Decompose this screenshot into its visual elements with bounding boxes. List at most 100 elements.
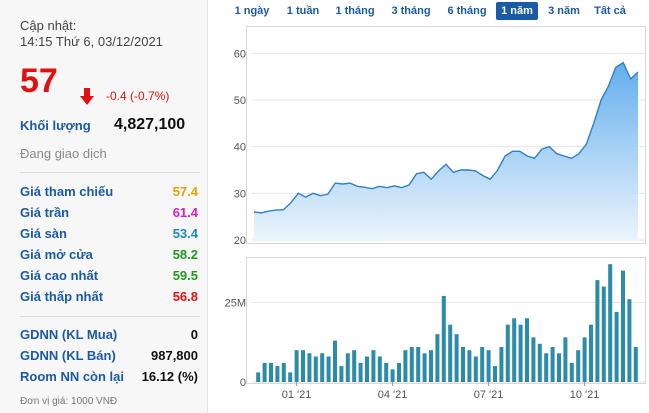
y-tick-label: 40 — [234, 142, 246, 154]
y-tick-label: 60 — [234, 48, 246, 60]
volume-bar — [595, 280, 600, 382]
volume-bar — [505, 324, 510, 382]
stat-label: Giá cao nhất — [20, 268, 99, 283]
volume-bar — [621, 270, 625, 382]
volume-bar — [352, 350, 357, 382]
foreign-row: GDNN (KL Bán) 987,800 — [20, 348, 198, 366]
volume-bar — [531, 337, 536, 382]
price-chart-canvas: 20 30 40 50 60 — [234, 48, 646, 244]
stat-label: Giá trần — [20, 205, 70, 220]
stat-value: 53.4 — [172, 226, 198, 241]
updated-time: 14:15 Thứ 6, 03/12/2021 — [20, 34, 163, 49]
volume-bar — [614, 311, 619, 382]
volume-bar — [633, 347, 638, 382]
volume-bar — [627, 299, 632, 382]
volume-bar — [589, 324, 593, 382]
volume-bar — [601, 286, 606, 382]
volume-bar — [441, 296, 446, 382]
stat-label: Giá thấp nhất — [20, 289, 104, 304]
volume-bar — [422, 353, 427, 382]
volume-bar — [448, 324, 453, 382]
stat-row: Giá tham chiếu 57.4 — [20, 184, 198, 202]
foreign-label: GDNN (KL Bán) — [20, 348, 116, 363]
stat-label: Giá sàn — [20, 226, 67, 241]
volume-bar — [307, 353, 312, 382]
stat-value: 58.2 — [172, 247, 198, 262]
volume-bar — [262, 362, 267, 382]
volume-bar — [275, 366, 280, 382]
tab-1-week[interactable]: 1 tuần — [281, 2, 325, 20]
volume-bar — [377, 356, 382, 382]
volume-bar — [288, 372, 293, 382]
divider — [20, 172, 200, 173]
stat-row: Giá trần 61.4 — [20, 205, 198, 223]
stat-row: Giá mở cửa 58.2 — [20, 247, 198, 265]
volume-bar — [313, 356, 318, 382]
stat-value: 59.5 — [172, 268, 198, 283]
trading-status: Đang giao dịch — [20, 146, 107, 161]
volume-bar — [301, 350, 305, 382]
tab-1-year[interactable]: 1 năm — [496, 2, 538, 20]
stat-row: Giá sàn 53.4 — [20, 226, 198, 244]
volume-bar — [525, 318, 529, 382]
volume-bar — [499, 347, 504, 382]
tab-3-years[interactable]: 3 năm — [544, 2, 584, 20]
x-tick-label: 07 '21 — [474, 389, 504, 401]
x-tick-label: 04 '21 — [378, 389, 408, 401]
foreign-label: Room NN còn lại — [20, 369, 125, 384]
stat-value: 61.4 — [172, 205, 198, 220]
stat-row: Giá cao nhất 59.5 — [20, 268, 198, 286]
volume-bar — [557, 353, 561, 382]
volume-bar — [269, 362, 273, 382]
y-tick-label: 0 — [240, 377, 246, 389]
volume-bar — [281, 362, 286, 382]
volume-bar — [582, 337, 587, 382]
volume-bar — [550, 347, 555, 382]
tab-1-day[interactable]: 1 ngày — [230, 2, 274, 20]
volume-bar — [345, 353, 350, 382]
x-tick-label: 10 '21 — [570, 389, 600, 401]
volume-bar — [608, 264, 613, 382]
volume-bar — [294, 350, 299, 382]
tab-all[interactable]: Tất cả — [590, 2, 630, 20]
volume-bar — [576, 350, 581, 382]
volume-bar — [365, 356, 369, 382]
volume-label: Khối lượng — [20, 118, 91, 133]
range-tabs: 1 ngày 1 tuần 1 tháng 3 tháng 6 tháng 1 … — [226, 0, 646, 22]
updated-label: Cập nhật: — [20, 18, 77, 33]
y-tick-label: 30 — [234, 188, 246, 200]
volume-bar — [467, 350, 472, 382]
volume-bar — [480, 347, 485, 382]
y-tick-label: 25M — [225, 297, 246, 309]
volume-bar — [518, 324, 523, 382]
volume-bar — [333, 340, 337, 382]
stat-label: Giá tham chiếu — [20, 184, 114, 199]
tab-6-months[interactable]: 6 tháng — [442, 2, 492, 20]
volume-bar — [544, 353, 549, 382]
x-tick-label: 01 '21 — [282, 389, 312, 401]
volume-bar — [454, 334, 459, 382]
volume-bar — [537, 343, 542, 382]
quote-panel: Cập nhật: 14:15 Thứ 6, 03/12/2021 57 -0.… — [0, 0, 208, 413]
foreign-value: 16.12 (%) — [141, 369, 198, 384]
foreign-value: 0 — [190, 327, 198, 342]
stat-value: 56.8 — [172, 289, 198, 304]
tab-3-months[interactable]: 3 tháng — [386, 2, 436, 20]
tab-1-month[interactable]: 1 tháng — [330, 2, 380, 20]
volume-bar — [569, 362, 574, 382]
volume-bar — [403, 350, 408, 382]
foreign-row: GDNN (KL Mua) 0 — [20, 327, 198, 345]
stat-value: 57.4 — [172, 184, 198, 199]
volume-bar — [397, 362, 401, 382]
foreign-value: 987,800 — [151, 348, 198, 363]
volume-bar — [384, 362, 389, 382]
volume-chart-canvas: 0 25M 01 '21 04 '21 07 '21 10 '21 — [225, 264, 646, 401]
volume-bar — [435, 334, 440, 382]
y-tick-label: 50 — [234, 95, 246, 107]
current-price: 57 — [20, 62, 58, 100]
volume-bar — [429, 350, 433, 382]
volume-bar — [493, 366, 497, 382]
volume-bar — [473, 356, 478, 382]
y-tick-label: 20 — [234, 235, 246, 244]
stat-label: Giá mở cửa — [20, 247, 93, 262]
